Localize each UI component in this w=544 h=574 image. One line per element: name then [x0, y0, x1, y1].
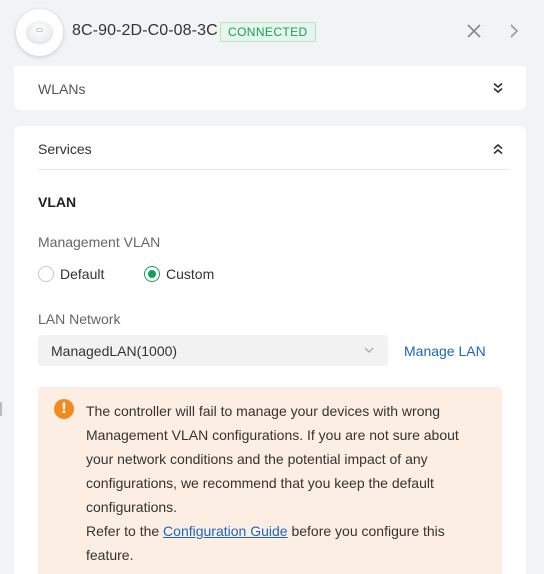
status-badge: CONNECTED	[220, 22, 316, 42]
radio-custom-label: Custom	[166, 266, 215, 282]
wlans-panel[interactable]: WLANs	[14, 66, 526, 110]
services-collapse-button[interactable]	[490, 141, 506, 157]
lan-network-select[interactable]: ManagedLAN(1000)	[38, 335, 388, 366]
wlans-expand-button[interactable]	[490, 80, 506, 96]
refer-text: Refer to the Configuration Guide before …	[86, 519, 486, 567]
wlans-panel-title: WLANs	[38, 81, 86, 97]
configuration-guide-link[interactable]: Configuration Guide	[163, 523, 288, 539]
radio-default-circle[interactable]	[38, 266, 54, 282]
close-button[interactable]	[464, 21, 484, 41]
radio-default-label: Default	[60, 266, 105, 282]
chevron-right-icon	[510, 24, 519, 38]
double-chevron-up-icon	[493, 143, 503, 155]
double-chevron-down-icon	[493, 82, 503, 94]
close-icon	[467, 24, 481, 38]
device-header: 8C-90-2D-C0-08-3C CONNECTED	[0, 0, 544, 66]
exclamation-warning-icon: !	[54, 399, 74, 419]
radio-custom[interactable]: Custom	[144, 266, 214, 282]
services-panel-title: Services	[38, 141, 92, 157]
management-vlan-label: Management VLAN	[38, 234, 161, 250]
refer-prefix: Refer to the	[86, 523, 164, 539]
vlan-section-title: VLAN	[38, 194, 77, 210]
divider	[38, 169, 510, 170]
warning-alert: ! The controller will fail to manage you…	[38, 387, 502, 574]
warning-message: The controller will fail to manage your …	[86, 399, 486, 567]
access-point-icon	[16, 9, 63, 56]
device-name: 8C-90-2D-C0-08-3C	[72, 22, 218, 39]
warning-text: The controller will fail to manage your …	[86, 403, 459, 515]
radio-custom-circle[interactable]	[144, 266, 160, 282]
next-device-button[interactable]	[504, 21, 524, 41]
panel-resize-handle[interactable]	[0, 402, 2, 416]
lan-network-label: LAN Network	[38, 311, 121, 327]
chevron-down-icon	[364, 347, 374, 353]
lan-network-value: ManagedLAN(1000)	[51, 343, 178, 359]
services-panel: Services VLAN Management VLAN Default Cu…	[14, 126, 526, 574]
manage-lan-link[interactable]: Manage LAN	[404, 343, 486, 359]
radio-default[interactable]: Default	[38, 266, 104, 282]
